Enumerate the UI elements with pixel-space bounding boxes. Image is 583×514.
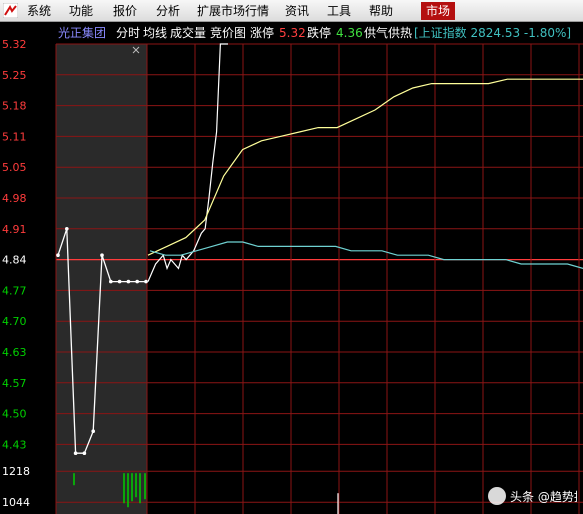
limit-up-value: 5.32 [279, 26, 306, 40]
auction-point [100, 253, 104, 257]
menu-item-extended-market[interactable]: 扩展市场行情 [197, 3, 269, 19]
auction-point [82, 451, 87, 456]
tab-fenshi[interactable]: 分时 [116, 26, 140, 40]
tab-avg-line[interactable]: 均线 [143, 26, 167, 40]
price-line [147, 43, 228, 282]
price-tick-label: 5.32 [2, 38, 27, 51]
app-logo-icon [3, 3, 18, 18]
menu-bar: 系统 功能 报价 分析 扩展市场行情 资讯 工具 帮助 市场 [0, 0, 583, 22]
price-tick-label: 5.11 [2, 130, 27, 143]
price-tick-label: 4.63 [2, 346, 27, 359]
limit-down-label: 跌停 [307, 25, 331, 40]
auction-point [91, 429, 95, 434]
tab-auction-chart[interactable]: 竞价图 [210, 26, 246, 40]
tab-volume[interactable]: 成交量 [170, 25, 206, 40]
menu-item-function[interactable]: 功能 [69, 3, 93, 19]
auction-point [73, 451, 78, 456]
price-tick-label: 5.25 [2, 69, 27, 82]
auction-point [56, 253, 60, 257]
auction-point [109, 279, 113, 284]
auction-panel [56, 44, 147, 514]
volume-tick-label: 1044 [2, 496, 30, 509]
limit-down-value: 4.36 [336, 26, 363, 40]
volume-tick-label: 1218 [2, 465, 30, 478]
stock-name[interactable]: 光正集团 [58, 25, 106, 40]
index-line [149, 241, 583, 269]
price-tick-label: 4.70 [2, 315, 27, 328]
auction-point [117, 279, 122, 284]
menu-item-news[interactable]: 资讯 [285, 3, 309, 19]
watermark-icon [488, 487, 506, 505]
watermark-logo: 头条 @趋势投资 [488, 487, 577, 505]
price-tick-label: 4.84 [2, 254, 27, 267]
price-tick-label: 4.98 [2, 192, 27, 205]
price-tick-label: 4.43 [2, 438, 27, 451]
watermark-text: 头条 @趋势投资 [510, 489, 577, 504]
intraday-chart: 5.32 5.25 5.18 5.11 5.05 4.98 4.91 4.84 4.77 4.70… [2, 25, 583, 514]
price-tick-label: 4.57 [2, 377, 27, 390]
menu-item-help[interactable]: 帮助 [369, 3, 393, 19]
price-tick-label: 4.91 [2, 223, 27, 236]
chart-header: 光正集团 分时 均线 成交量 竞价图 涨停 5.32 跌停 4.36 供气供热 … [58, 25, 571, 40]
limit-up-label: 涨停 [250, 25, 274, 40]
price-tick-label: 4.77 [2, 284, 27, 297]
auction-point [135, 279, 139, 284]
auction-point [126, 279, 131, 284]
auction-point [65, 227, 69, 231]
price-tick-label: 5.18 [2, 100, 27, 113]
auction-point [144, 279, 148, 284]
menu-item-tools[interactable]: 工具 [327, 3, 351, 19]
menu-item-system[interactable]: 系统 [27, 3, 51, 19]
price-tick-label: 5.05 [2, 161, 27, 174]
menu-item-market[interactable]: 市场 [421, 2, 456, 20]
menu-item-analysis[interactable]: 分析 [156, 3, 180, 19]
sector-name[interactable]: 供气供热 [364, 25, 412, 40]
index-info[interactable]: [上证指数 2824.53 -1.80%] [414, 25, 571, 40]
price-tick-label: 4.50 [2, 408, 27, 421]
menu-item-quote[interactable]: 报价 [113, 3, 137, 19]
price-axis: 5.32 5.25 5.18 5.11 5.05 4.98 4.91 4.84 4.77 4.70… [2, 38, 30, 509]
